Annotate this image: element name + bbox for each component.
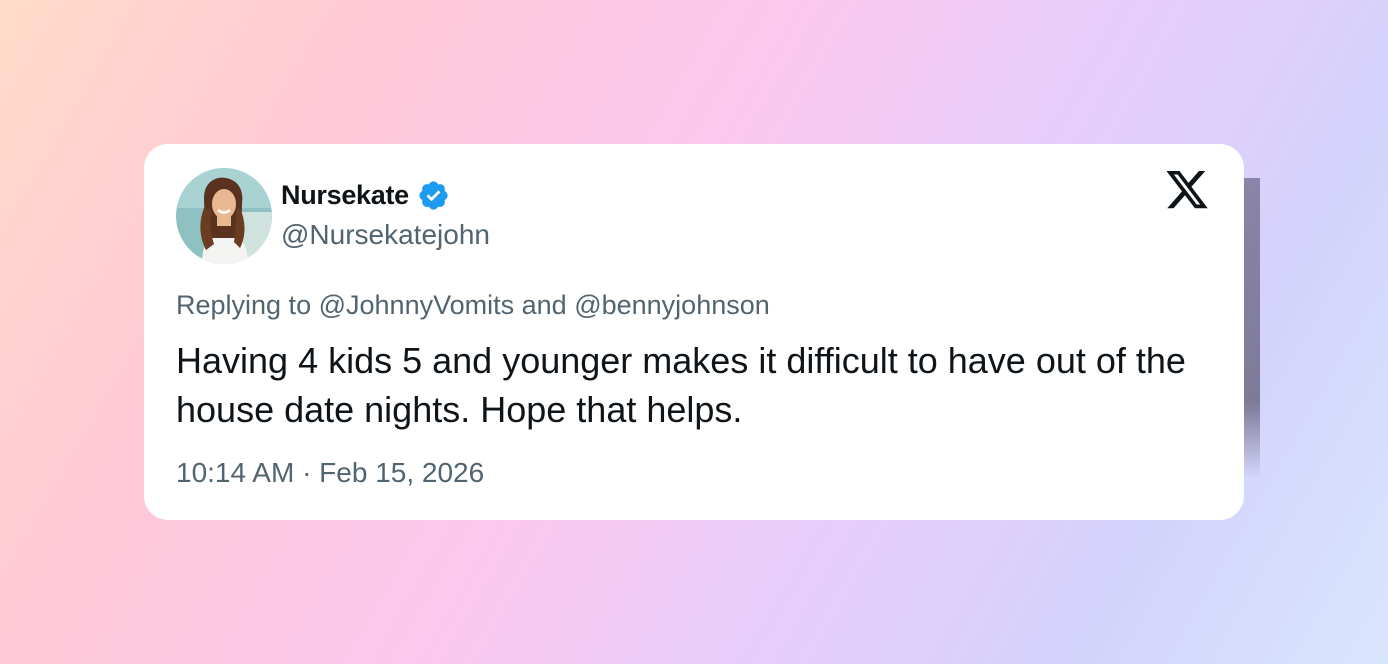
tweet-card: Nursekate @Nursekatejohn Replying to @Jo… xyxy=(144,144,1244,520)
name-row: Nursekate xyxy=(281,176,450,214)
verified-badge-icon xyxy=(417,179,450,212)
reply-mention-1[interactable]: @JohnnyVomits xyxy=(319,290,515,320)
display-name[interactable]: Nursekate xyxy=(281,180,409,211)
avatar[interactable] xyxy=(176,168,272,264)
replying-to-line: Replying to @JohnnyVomits and @bennyjohn… xyxy=(176,290,770,321)
replying-prefix: Replying to xyxy=(176,290,312,320)
tweet-timestamp[interactable]: 10:14 AM · Feb 15, 2026 xyxy=(176,457,484,489)
reply-joiner: and xyxy=(521,290,567,320)
x-logo-icon[interactable] xyxy=(1164,170,1210,214)
tweet-text: Having 4 kids 5 and younger makes it dif… xyxy=(176,340,1186,430)
user-handle[interactable]: @Nursekatejohn xyxy=(281,219,490,251)
reply-mention-2[interactable]: @bennyjohnson xyxy=(574,290,770,320)
